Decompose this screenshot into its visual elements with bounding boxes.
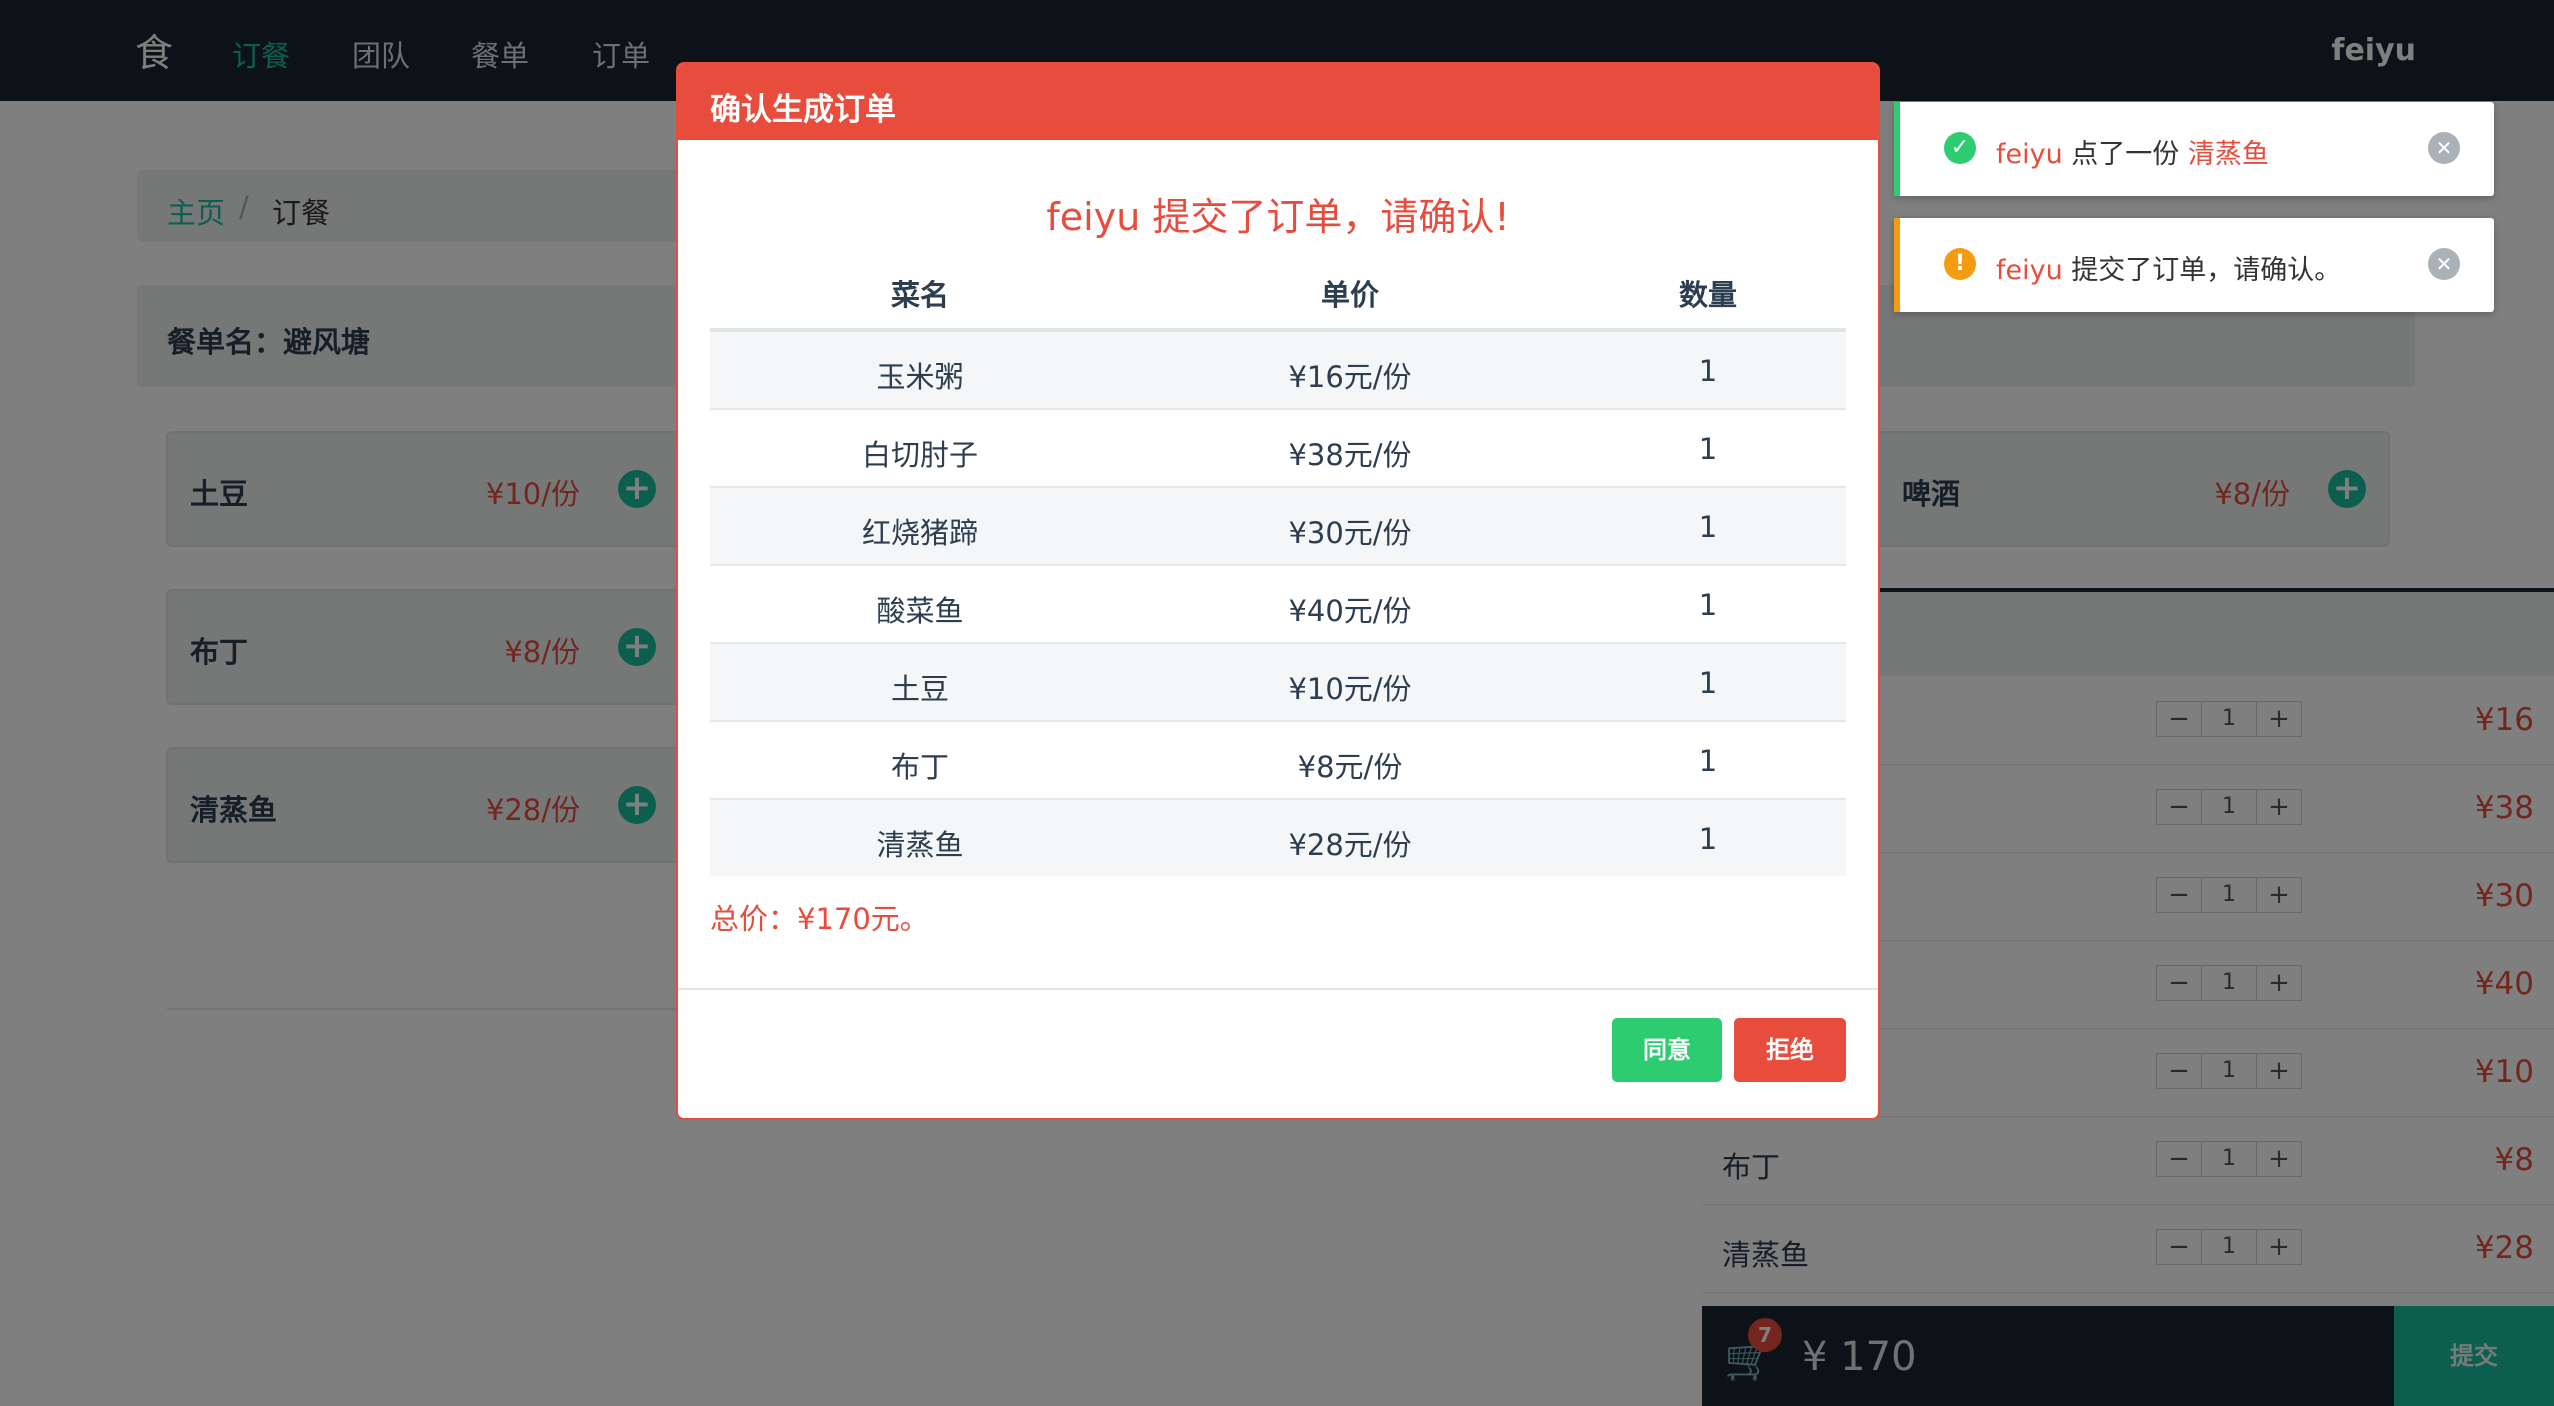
cell-price: ¥40元/份 <box>1288 594 1412 628</box>
column-header-qty: 数量 <box>1678 278 1737 312</box>
toast-accent-bar <box>1894 102 1900 196</box>
table-row: 布丁 ¥8元/份 1 <box>710 722 1846 800</box>
table-row: 玉米粥 ¥16元/份 1 <box>710 332 1846 410</box>
column-header-price: 单价 <box>1320 278 1379 312</box>
cell-name: 白切肘子 <box>861 438 978 472</box>
cell-qty: 1 <box>1698 822 1718 856</box>
cell-name: 酸菜鱼 <box>876 594 964 628</box>
cell-qty: 1 <box>1698 354 1718 388</box>
cell-price: ¥10元/份 <box>1288 672 1412 706</box>
toast-notification: ! feiyu 提交了订单，请确认。 ✕ <box>1894 218 2494 312</box>
cell-price: ¥30元/份 <box>1288 516 1412 550</box>
cell-price: ¥16元/份 <box>1288 360 1412 394</box>
check-icon: ✓ <box>1944 132 1976 164</box>
cell-price: ¥38元/份 <box>1288 438 1412 472</box>
toast-item: 清蒸鱼 <box>2187 139 2269 170</box>
toast-user: feiyu <box>1996 255 2063 286</box>
cell-qty: 1 <box>1698 588 1718 622</box>
cell-name: 土豆 <box>890 672 949 706</box>
cell-price: ¥8元/份 <box>1297 750 1403 784</box>
cell-name: 玉米粥 <box>876 360 964 394</box>
modal-footer-divider <box>678 988 1878 990</box>
table-row: 红烧猪蹄 ¥30元/份 1 <box>710 488 1846 566</box>
agree-button[interactable]: 同意 <box>1612 1018 1722 1082</box>
table-row: 清蒸鱼 ¥28元/份 1 <box>710 800 1846 876</box>
close-icon[interactable]: ✕ <box>2428 132 2460 164</box>
cell-qty: 1 <box>1698 666 1718 700</box>
table-row: 白切肘子 ¥38元/份 1 <box>710 410 1846 488</box>
modal-heading: feiyu 提交了订单，请确认! <box>1046 195 1510 239</box>
table-row: 土豆 ¥10元/份 1 <box>710 644 1846 722</box>
toast-message: feiyu 点了一份 清蒸鱼 <box>1996 132 2269 171</box>
confirm-order-modal: 确认生成订单 feiyu 提交了订单，请确认! 菜名 单价 数量 玉米粥 ¥16… <box>676 62 1880 1120</box>
reject-button[interactable]: 拒绝 <box>1734 1018 1846 1082</box>
cell-name: 布丁 <box>890 750 949 784</box>
toast-message: feiyu 提交了订单，请确认。 <box>1996 248 2341 287</box>
order-total: 总价：¥170元。 <box>710 902 929 936</box>
cell-qty: 1 <box>1698 744 1718 778</box>
cell-name: 清蒸鱼 <box>876 828 964 862</box>
toast-notification: ✓ feiyu 点了一份 清蒸鱼 ✕ <box>1894 102 2494 196</box>
toast-user: feiyu <box>1996 139 2063 170</box>
toast-text: 提交了订单，请确认。 <box>2062 255 2342 286</box>
close-icon[interactable]: ✕ <box>2428 248 2460 280</box>
cell-name: 红烧猪蹄 <box>861 516 978 550</box>
table-header-row: 菜名 单价 数量 <box>710 250 1846 332</box>
cell-qty: 1 <box>1698 432 1718 466</box>
table-row: 酸菜鱼 ¥40元/份 1 <box>710 566 1846 644</box>
modal-title: 确认生成订单 <box>710 92 896 128</box>
toast-accent-bar <box>1894 218 1900 312</box>
modal-header: 确认生成订单 <box>678 64 1878 140</box>
cell-price: ¥28元/份 <box>1288 828 1412 862</box>
exclamation-icon: ! <box>1944 248 1976 280</box>
order-table: 菜名 单价 数量 玉米粥 ¥16元/份 1 白切肘子 ¥38元/份 1 红烧猪蹄… <box>710 250 1846 876</box>
column-header-name: 菜名 <box>890 278 949 312</box>
cell-qty: 1 <box>1698 510 1718 544</box>
toast-text: 点了一份 <box>2062 139 2188 170</box>
